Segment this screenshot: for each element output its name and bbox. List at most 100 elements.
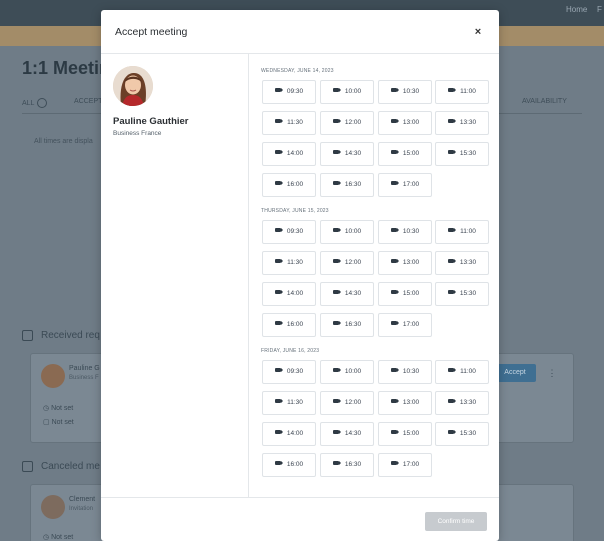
timeslot-button[interactable]: 16:00 — [262, 313, 316, 337]
nav-home-link[interactable]: Home — [566, 5, 587, 14]
tab-accepted[interactable]: ACCEPT — [74, 98, 102, 105]
clock-icon: ◷ — [43, 534, 52, 541]
timeslot-button[interactable]: 13:30 — [435, 251, 489, 275]
nav-link[interactable]: F — [597, 5, 602, 14]
attendee-company: Invitation — [69, 506, 94, 512]
timeslot-button[interactable]: 10:00 — [320, 80, 374, 104]
timeslot-button[interactable]: 15:30 — [435, 282, 489, 306]
timeslot-button[interactable]: 13:30 — [435, 111, 489, 135]
timeslot-button[interactable]: 14:00 — [262, 142, 316, 166]
timeslot-label: 14:00 — [286, 290, 304, 297]
video-camera-icon — [390, 430, 399, 435]
requester-company: Business F — [69, 375, 99, 381]
video-camera-icon — [447, 399, 456, 404]
timeslot-button[interactable]: 11:30 — [262, 391, 316, 415]
video-camera-icon — [332, 290, 341, 295]
timeslot-button[interactable]: 11:00 — [435, 220, 489, 244]
canceled-meetings-heading: Canceled me — [22, 461, 100, 472]
timeslot-button[interactable]: 11:30 — [262, 251, 316, 275]
timeslot-button[interactable]: 09:30 — [262, 360, 316, 384]
timeslot-button[interactable]: 12:00 — [320, 111, 374, 135]
video-camera-icon — [274, 430, 283, 435]
timeslot-label: 11:30 — [287, 399, 303, 406]
timeslot-button[interactable]: 15:30 — [435, 422, 489, 446]
timeslot-button[interactable]: 13:30 — [435, 391, 489, 415]
timeslot-button[interactable]: 09:30 — [262, 220, 316, 244]
timeslot-button[interactable]: 13:00 — [378, 251, 432, 275]
timeslot-button[interactable]: 16:30 — [320, 453, 374, 477]
host-company: Business France — [113, 130, 162, 137]
calendar-icon: ▢ — [43, 419, 52, 426]
video-camera-icon — [390, 399, 399, 404]
host-name: Pauline Gauthier — [113, 116, 189, 127]
tab-availability[interactable]: AVAILABILITY — [522, 98, 567, 105]
timeslot-button[interactable]: 17:00 — [378, 173, 432, 197]
timeslot-button[interactable]: 15:30 — [435, 142, 489, 166]
timeslot-button[interactable]: 10:30 — [378, 80, 432, 104]
close-icon[interactable]: × — [469, 23, 487, 41]
video-camera-icon — [274, 88, 283, 93]
timeslot-label: 14:00 — [286, 430, 304, 437]
timeslot-button[interactable]: 14:00 — [262, 282, 316, 306]
timeslot-button[interactable]: 10:00 — [320, 360, 374, 384]
timeslot-button[interactable]: 12:00 — [320, 391, 374, 415]
day-heading: FRIDAY, JUNE 16, 2023 — [261, 348, 320, 354]
video-camera-icon — [332, 321, 341, 326]
timeslot-button[interactable]: 13:00 — [378, 111, 432, 135]
video-camera-icon — [390, 368, 399, 373]
timeslot-label: 16:00 — [286, 181, 304, 188]
timeslot-button[interactable]: 17:00 — [378, 313, 432, 337]
more-options-button[interactable]: ⋮ — [544, 364, 560, 382]
timeslot-button[interactable]: 15:00 — [378, 282, 432, 306]
meeting-time-value: Not set — [51, 405, 74, 412]
timeslot-label: 11:00 — [460, 368, 476, 375]
timeslot-label: 12:00 — [344, 259, 362, 266]
timeslot-label: 15:00 — [402, 290, 420, 297]
video-camera-icon — [448, 88, 457, 93]
video-camera-icon — [332, 259, 341, 264]
accept-button[interactable]: Accept — [494, 364, 536, 382]
timeslot-label: 15:00 — [402, 430, 420, 437]
timeslot-button[interactable]: 14:30 — [320, 282, 374, 306]
timeslot-button[interactable]: 10:00 — [320, 220, 374, 244]
timeslot-button[interactable]: 09:30 — [262, 80, 316, 104]
timeslot-button[interactable]: 16:30 — [320, 313, 374, 337]
video-camera-icon — [447, 430, 456, 435]
timeslot-button[interactable]: 16:00 — [262, 453, 316, 477]
timeslot-button[interactable]: 13:00 — [378, 391, 432, 415]
timeslot-label: 12:00 — [344, 399, 362, 406]
canceled-heading-label: Canceled me — [41, 461, 100, 473]
confirm-time-button[interactable]: Confirm time — [425, 512, 487, 531]
timeslot-button[interactable]: 11:30 — [262, 111, 316, 135]
timeslot-button[interactable]: 14:00 — [262, 422, 316, 446]
timeslot-panel: WEDNESDAY, JUNE 14, 2023 09:30 10:00 10:30 1… — [250, 54, 499, 498]
timeslot-button[interactable]: 16:30 — [320, 173, 374, 197]
video-camera-icon — [274, 290, 283, 295]
video-camera-icon — [332, 368, 341, 373]
meeting-date-value: Not set — [51, 419, 74, 426]
accept-meeting-modal: Accept meeting × Pauline Gauthier Busine… — [101, 10, 499, 541]
timeslot-button[interactable]: 16:00 — [262, 173, 316, 197]
timeslot-button[interactable]: 11:00 — [435, 80, 489, 104]
video-camera-icon — [448, 368, 457, 373]
timeslot-label: 12:00 — [344, 119, 362, 126]
timeslot-button[interactable]: 15:00 — [378, 142, 432, 166]
received-heading-label: Received req — [41, 330, 100, 342]
timeslot-button[interactable]: 12:00 — [320, 251, 374, 275]
video-camera-icon — [274, 150, 283, 155]
host-panel: Pauline Gauthier Business France — [101, 54, 249, 498]
timeslot-button[interactable]: 14:30 — [320, 422, 374, 446]
video-camera-icon — [447, 259, 456, 264]
timeslot-button[interactable]: 11:00 — [435, 360, 489, 384]
timeslot-button[interactable]: 10:30 — [378, 360, 432, 384]
timeslot-button[interactable]: 10:30 — [378, 220, 432, 244]
tab-all[interactable]: ALL — [22, 98, 48, 108]
timeslot-label: 13:30 — [459, 399, 477, 406]
timezone-note: All times are displa — [34, 138, 93, 145]
timeslot-label: 11:30 — [287, 119, 303, 126]
timeslot-label: 13:30 — [459, 119, 477, 126]
timeslot-button[interactable]: 17:00 — [378, 453, 432, 477]
host-avatar — [113, 66, 153, 106]
timeslot-button[interactable]: 14:30 — [320, 142, 374, 166]
timeslot-button[interactable]: 15:00 — [378, 422, 432, 446]
